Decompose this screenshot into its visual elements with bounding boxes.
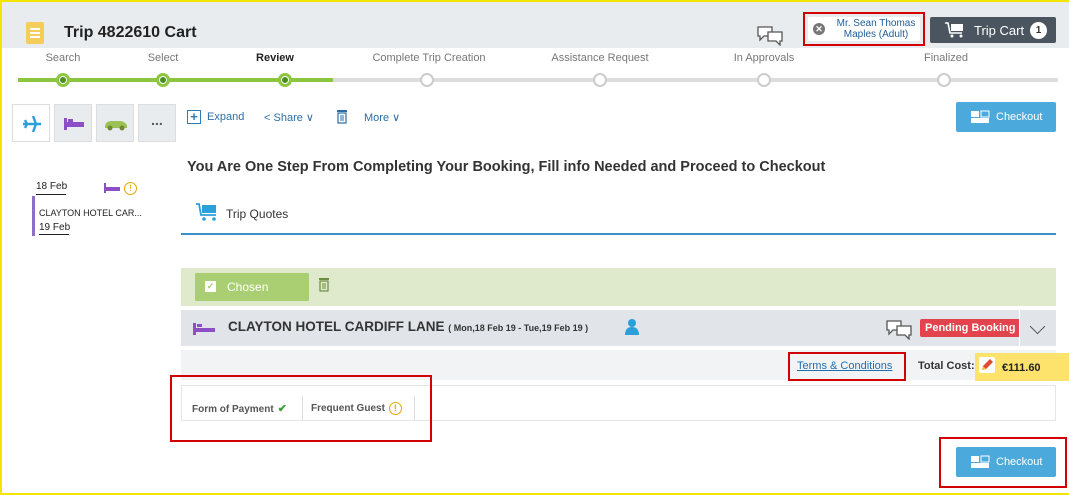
traveler-highlight: ✕ Mr. Sean Thomas Maples (Adult) <box>803 12 925 46</box>
step-dot-in-approvals <box>757 73 771 87</box>
expand-button[interactable]: Expand <box>207 111 244 123</box>
warning-icon: ! <box>124 182 137 195</box>
trip-cart-button[interactable]: Trip Cart 1 <box>930 17 1056 43</box>
cart-count-badge: 1 <box>1030 22 1047 39</box>
comments-icon[interactable] <box>756 24 784 46</box>
step-finalized: Finalized <box>923 52 969 64</box>
tab-trip-quotes[interactable]: Trip Quotes <box>226 207 288 221</box>
form-tabs-highlight <box>170 375 432 442</box>
trash-icon[interactable] <box>318 277 330 292</box>
expand-icon[interactable]: + <box>187 110 201 124</box>
step-dot-complete-trip-creation <box>420 73 434 87</box>
page-title: Trip 4822610 Cart <box>64 24 197 41</box>
step-dot-search <box>56 73 70 87</box>
collapse-toggle[interactable] <box>1019 310 1056 346</box>
document-icon <box>26 22 44 44</box>
bed-icon <box>64 118 84 130</box>
traveler-name: Mr. Sean Thomas Maples (Adult) <box>830 18 922 40</box>
progress-steps: Search Select Review Complete Trip Creat… <box>0 48 1069 88</box>
step-search[interactable]: Search <box>46 52 81 64</box>
trip-start-date: 18 Feb <box>36 181 68 195</box>
step-dot-review <box>278 73 292 87</box>
trip-end-date: 19 Feb <box>39 222 71 235</box>
chevron-down-icon: ∨ <box>392 112 401 124</box>
checkout-label: Checkout <box>996 456 1043 468</box>
hotel-dates: ( Mon,18 Feb 19 - Tue,19 Feb 19 ) <box>448 323 589 333</box>
trip-cart-label: Trip Cart <box>974 23 1025 38</box>
step-select[interactable]: Select <box>148 52 179 64</box>
share-icon: < <box>264 112 271 124</box>
chosen-bar: ✓ Chosen <box>181 268 1056 306</box>
traveler-name-line1: Mr. Sean Thomas <box>836 18 916 29</box>
share-label: Share <box>273 112 303 124</box>
step-complete-trip-creation: Complete Trip Creation <box>372 52 486 64</box>
bed-icon <box>104 183 120 193</box>
step-dot-finalized <box>937 73 951 87</box>
page-headline: You Are One Step From Completing Your Bo… <box>187 159 826 175</box>
status-badge: Pending Booking <box>920 319 1021 337</box>
checkout-icon <box>971 110 990 123</box>
checkout-button-bottom[interactable]: Checkout <box>956 447 1056 477</box>
step-dot-assistance-request <box>593 73 607 87</box>
cart-icon <box>945 22 963 38</box>
step-review[interactable]: Review <box>256 52 294 64</box>
chosen-label: Chosen <box>227 280 269 294</box>
plane-icon <box>23 115 41 133</box>
checkout-icon <box>971 455 990 468</box>
edit-icon[interactable] <box>979 357 995 373</box>
step-in-approvals: In Approvals <box>733 52 795 64</box>
comments-icon[interactable] <box>885 318 913 340</box>
chosen-button[interactable]: ✓ Chosen <box>195 273 309 301</box>
cars-tab[interactable] <box>96 104 134 142</box>
hotel-name-line: CLAYTON HOTEL CARDIFF LANE ( Mon,18 Feb … <box>228 319 588 334</box>
cart-icon <box>196 203 216 221</box>
more-menu-button[interactable]: More ∨ <box>364 111 400 124</box>
price-tag: €111.60 <box>975 353 1069 381</box>
chevron-down-icon <box>1029 318 1046 335</box>
total-cost-value: €111.60 <box>1002 362 1041 374</box>
total-cost-label: Total Cost: <box>918 360 975 372</box>
tab-underline <box>181 233 1056 235</box>
traveler-icon <box>625 319 639 335</box>
bed-icon <box>193 323 215 335</box>
traveler-chip[interactable]: ✕ Mr. Sean Thomas Maples (Adult) <box>808 17 920 41</box>
remove-traveler-icon[interactable]: ✕ <box>813 23 825 35</box>
traveler-name-line2: Maples (Adult) <box>843 29 909 40</box>
trash-icon[interactable] <box>336 109 348 124</box>
car-icon <box>105 121 127 131</box>
chevron-down-icon: ∨ <box>305 112 314 124</box>
flights-tab[interactable] <box>12 104 50 142</box>
more-segments-tab[interactable]: ... <box>138 104 176 142</box>
checkbox-icon: ✓ <box>205 281 216 292</box>
hotels-tab[interactable] <box>54 104 92 142</box>
hotel-item-header[interactable]: CLAYTON HOTEL CARDIFF LANE ( Mon,18 Feb … <box>181 310 1056 346</box>
terms-link[interactable]: Terms & Conditions <box>797 360 892 372</box>
trip-segment-name: CLAYTON HOTEL CAR... <box>39 208 142 218</box>
checkout-button-top[interactable]: Checkout <box>956 102 1056 132</box>
checkout-label: Checkout <box>996 111 1043 123</box>
terms-highlight: Terms & Conditions <box>788 352 906 381</box>
step-dot-select <box>156 73 170 87</box>
share-button[interactable]: < Share ∨ <box>264 111 314 124</box>
hotel-name: CLAYTON HOTEL CARDIFF LANE <box>228 319 445 334</box>
more-label: More <box>364 112 390 124</box>
step-assistance-request: Assistance Request <box>551 52 649 64</box>
trip-segment-card[interactable]: CLAYTON HOTEL CAR... 19 Feb <box>32 196 152 236</box>
